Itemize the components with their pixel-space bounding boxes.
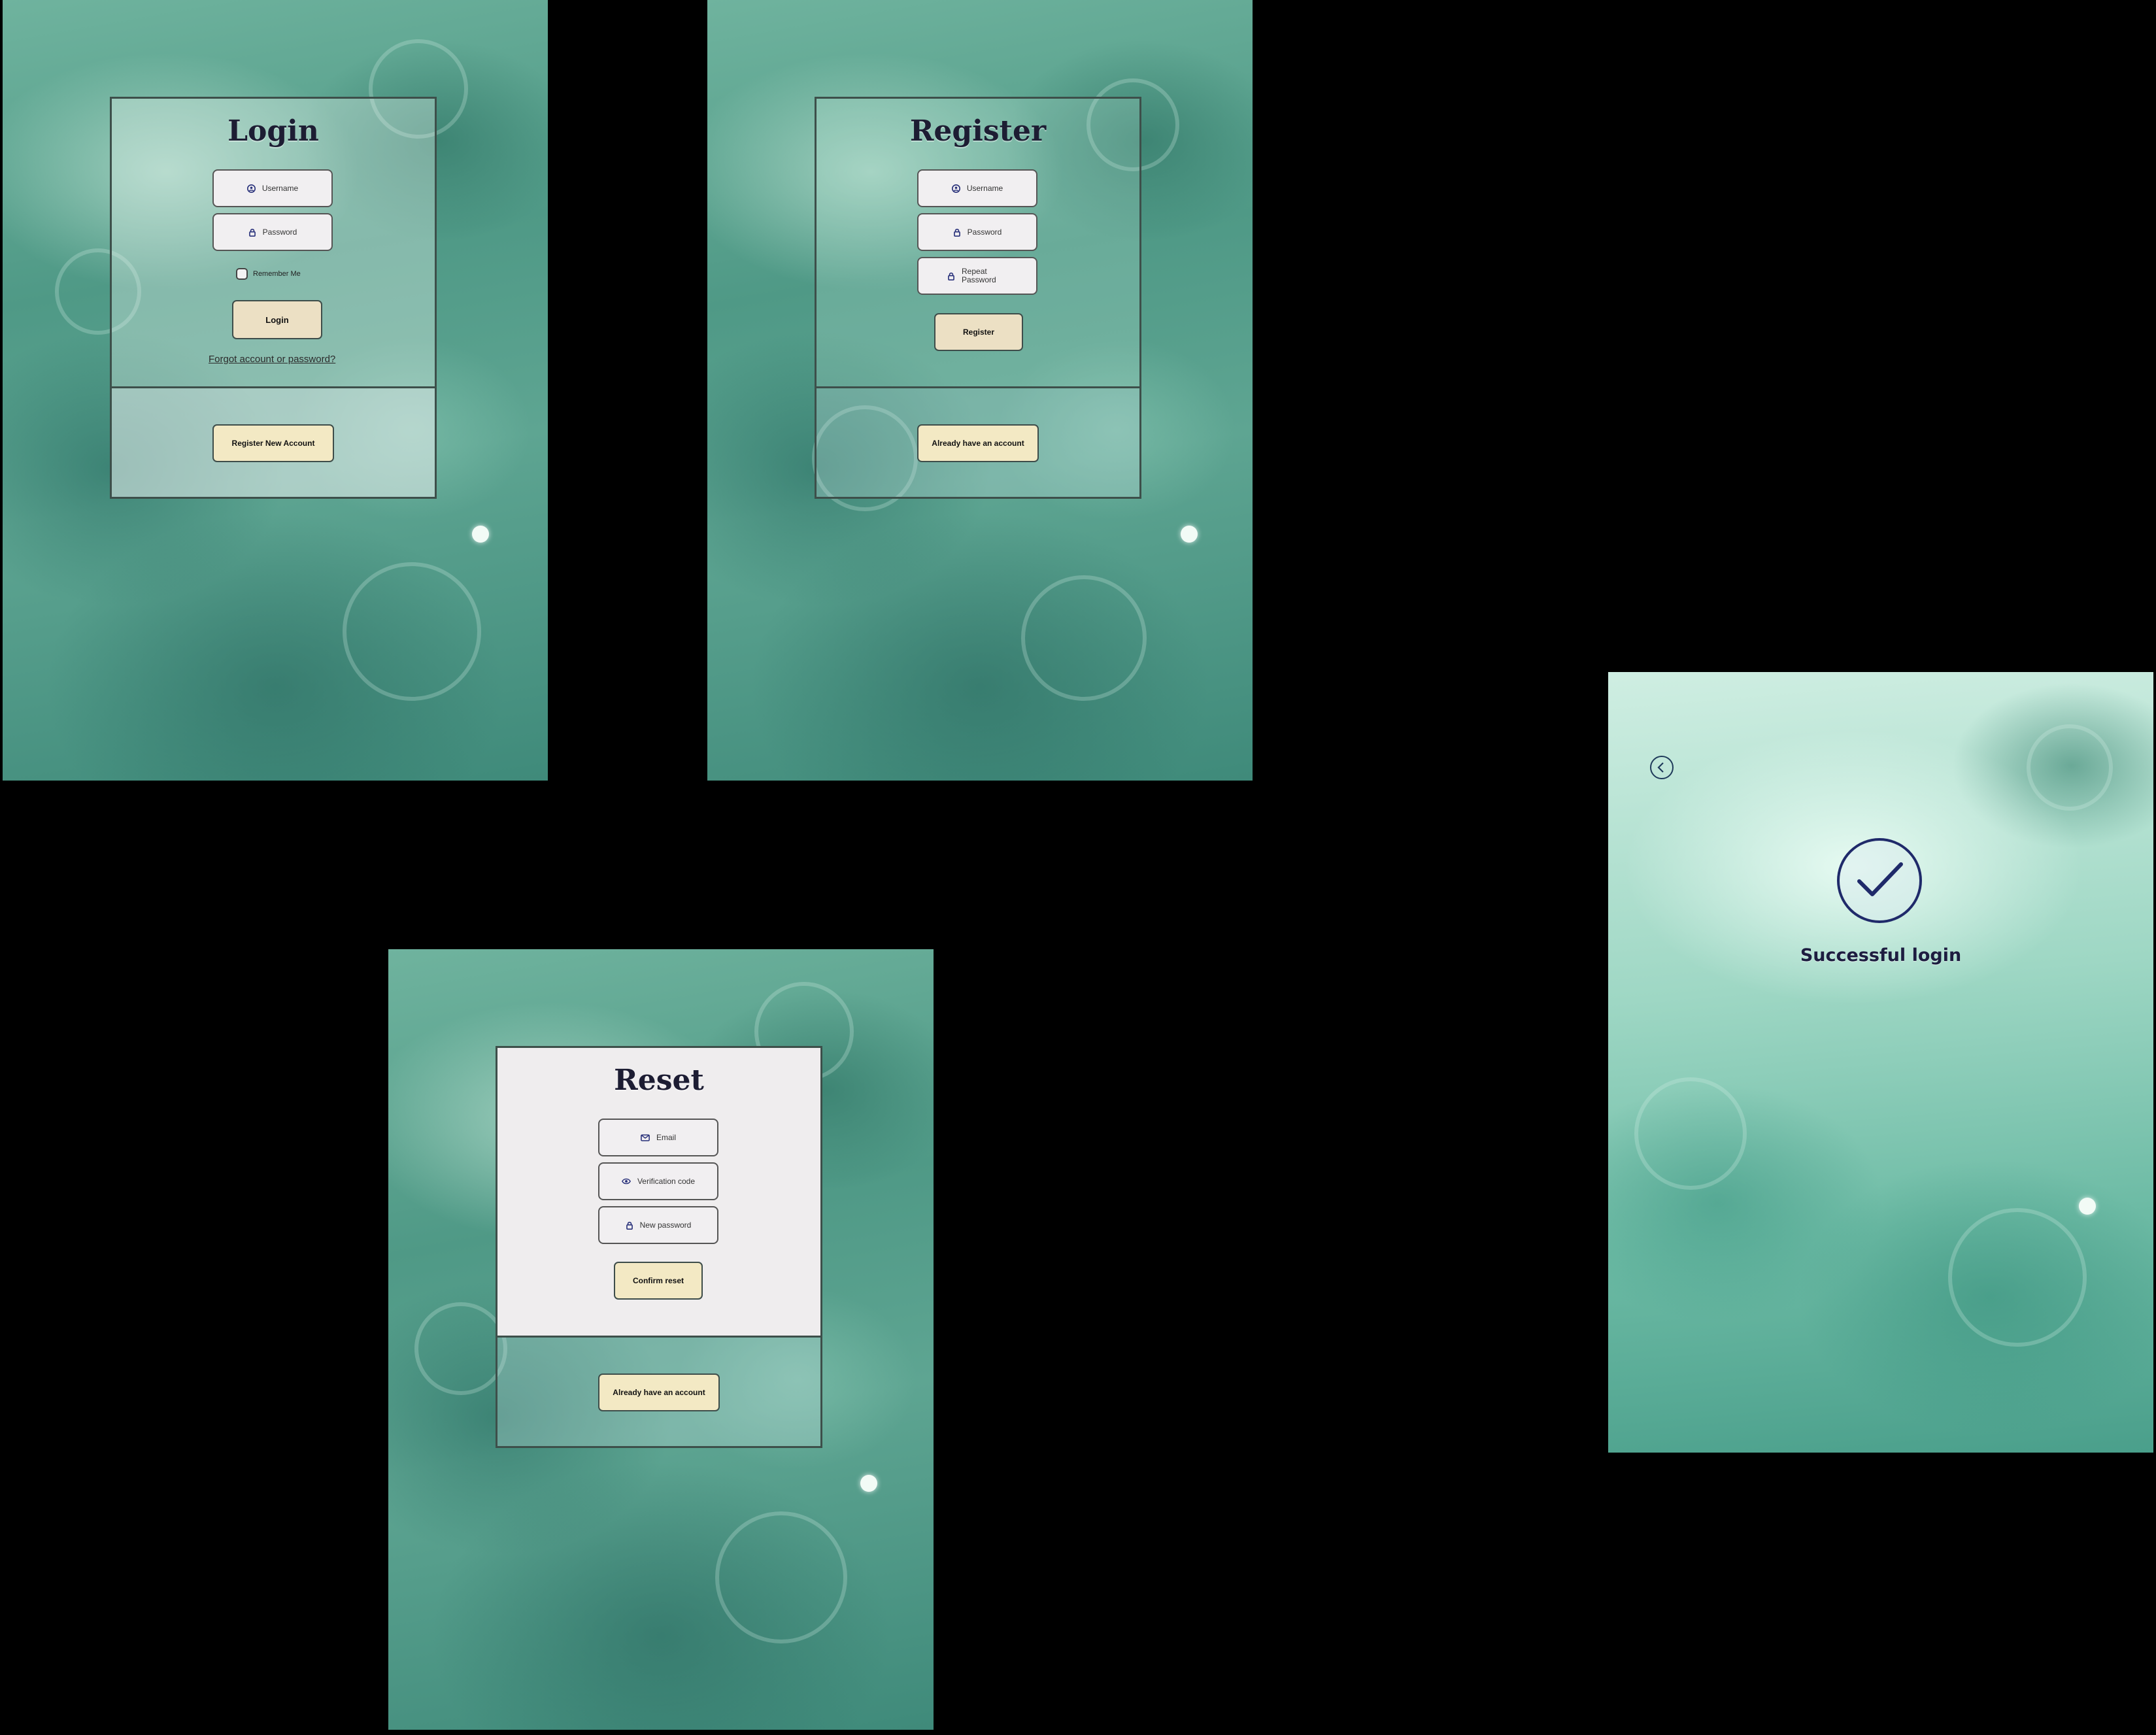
- repeat-password-input[interactable]: Repeat Password: [917, 257, 1037, 295]
- success-screen: Successful login: [1608, 672, 2153, 1453]
- new-password-placeholder: New password: [639, 1220, 692, 1230]
- remember-me-row: Remember Me: [236, 268, 301, 280]
- verification-code-input[interactable]: Verification code: [598, 1162, 718, 1200]
- user-circle-icon: [951, 184, 960, 193]
- reset-screen: Reset Email Verification code New passwo…: [388, 949, 934, 1730]
- reset-title: Reset: [614, 1064, 704, 1097]
- email-input[interactable]: Email: [598, 1119, 718, 1156]
- new-password-input[interactable]: New password: [598, 1206, 718, 1244]
- login-button[interactable]: Login: [232, 300, 322, 339]
- login-form-panel: Login Username Password Remember Me Logi…: [110, 97, 437, 388]
- success-message: Successful login: [1800, 945, 1962, 966]
- already-have-account-button[interactable]: Already have an account: [598, 1373, 720, 1411]
- eye-icon: [622, 1178, 631, 1185]
- register-new-account-button[interactable]: Register New Account: [212, 424, 334, 462]
- username-input[interactable]: Username: [917, 169, 1037, 207]
- background-swirl: [414, 1302, 507, 1395]
- repeat-password-placeholder: Repeat Password: [962, 267, 996, 284]
- already-have-account-button[interactable]: Already have an account: [917, 424, 1039, 462]
- lock-icon: [953, 228, 961, 237]
- password-input[interactable]: Password: [212, 213, 333, 251]
- register-button[interactable]: Register: [934, 313, 1023, 351]
- reset-footer-panel: Already have an account: [496, 1336, 822, 1448]
- background-swirl: [343, 562, 481, 701]
- password-input[interactable]: Password: [917, 213, 1037, 251]
- background-swirl: [2027, 724, 2113, 811]
- register-title: Register: [909, 114, 1047, 148]
- confirm-reset-button[interactable]: Confirm reset: [614, 1262, 703, 1300]
- mail-icon: [641, 1134, 650, 1141]
- background-swirl: [1634, 1077, 1747, 1190]
- background-swirl: [1021, 575, 1147, 701]
- login-screen: Login Username Password Remember Me Logi…: [3, 0, 548, 781]
- background-orb: [472, 526, 489, 543]
- background-orb: [2079, 1198, 2096, 1215]
- verification-code-placeholder: Verification code: [637, 1176, 696, 1186]
- password-placeholder: Password: [967, 227, 1002, 237]
- lock-icon: [248, 228, 256, 237]
- remember-me-checkbox[interactable]: [236, 268, 248, 280]
- register-screen: Register Username Password Repeat Passwo…: [707, 0, 1253, 781]
- background-swirl: [1948, 1208, 2087, 1347]
- lock-icon: [626, 1221, 633, 1230]
- password-placeholder: Password: [262, 227, 297, 237]
- email-placeholder: Email: [656, 1132, 676, 1142]
- reset-form-panel: Reset Email Verification code New passwo…: [496, 1046, 822, 1338]
- login-title: Login: [227, 114, 319, 148]
- username-placeholder: Username: [966, 183, 1003, 193]
- user-circle-icon: [246, 184, 256, 193]
- remember-me-label: Remember Me: [253, 270, 301, 278]
- background-orb: [860, 1475, 877, 1492]
- back-button[interactable]: [1650, 756, 1674, 779]
- chevron-left-icon: [1657, 762, 1664, 773]
- background-orb: [1181, 526, 1198, 543]
- username-input[interactable]: Username: [212, 169, 333, 207]
- username-placeholder: Username: [261, 183, 299, 193]
- forgot-password-link[interactable]: Forgot account or password?: [209, 354, 335, 365]
- background-swirl: [715, 1511, 847, 1643]
- lock-icon: [947, 272, 955, 280]
- check-circle-icon: [1837, 838, 1922, 923]
- register-form-panel: Register Username Password Repeat Passwo…: [815, 97, 1141, 388]
- register-footer-panel: Already have an account: [815, 386, 1141, 499]
- login-footer-panel: Register New Account: [110, 386, 437, 499]
